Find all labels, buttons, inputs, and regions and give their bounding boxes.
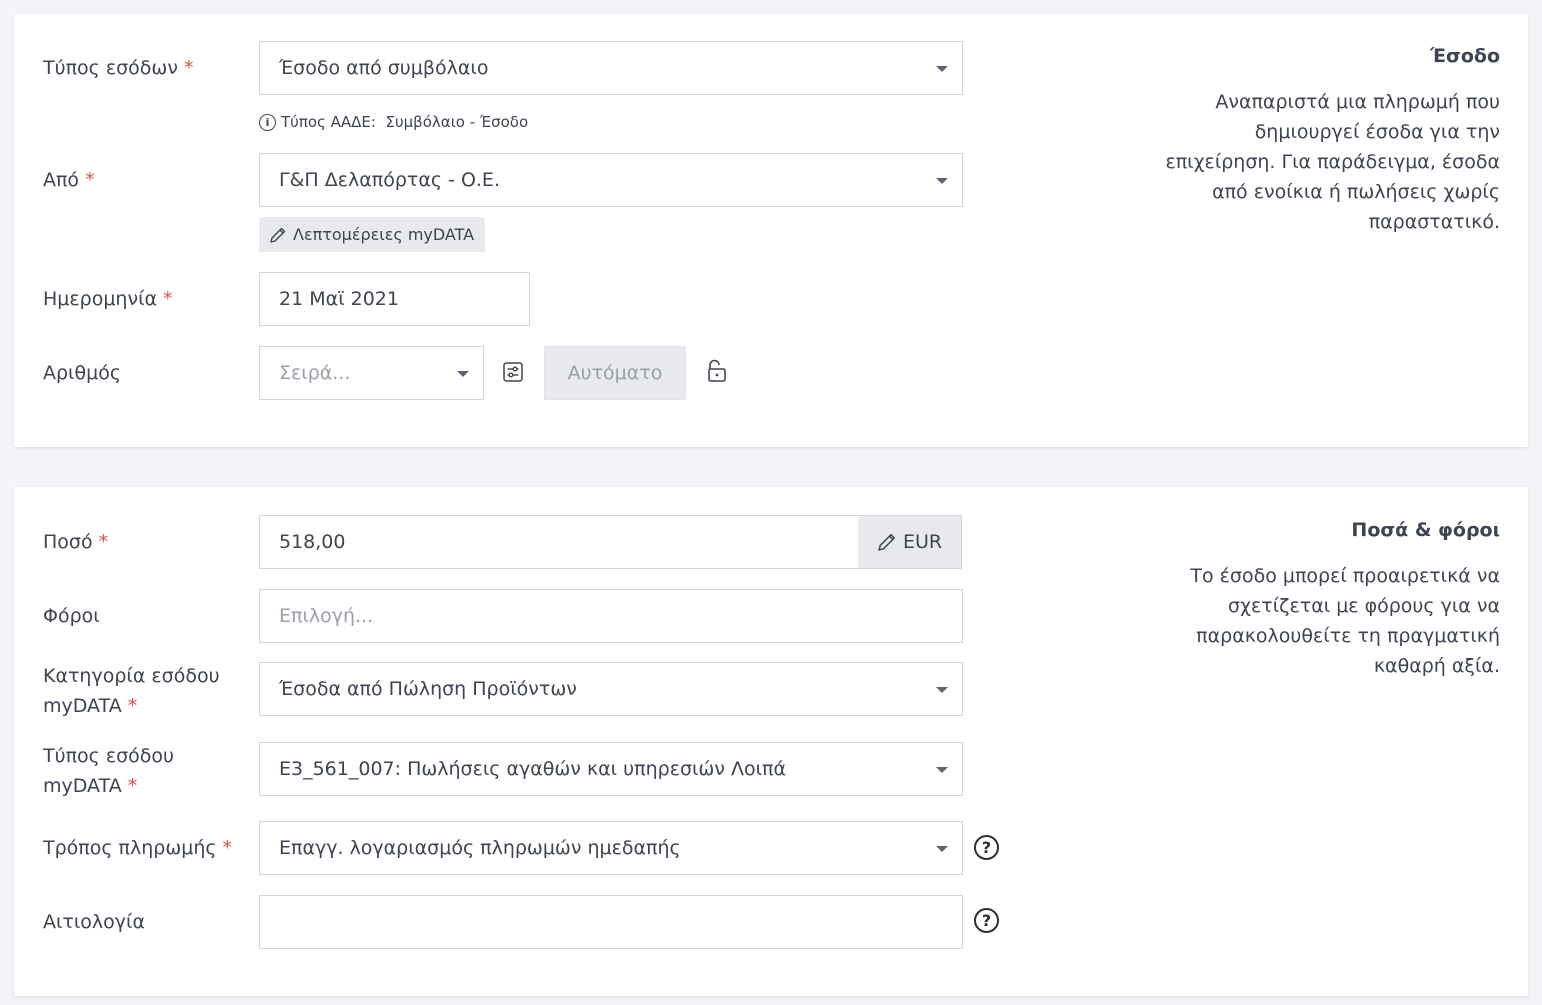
chevron-down-icon (457, 371, 469, 377)
taxes-select[interactable]: Επιλογή... (259, 589, 963, 643)
amount-value: 518,00 (279, 531, 346, 553)
description-line: δημιουργεί έσοδα για την (1254, 121, 1500, 143)
mydata-type-value: Ε3_561_007: Πωλήσεις αγαθών και υπηρεσιώ… (279, 758, 787, 780)
income-type-select[interactable]: Έσοδο από συμβόλαιο (259, 41, 963, 95)
date-label: Ημερομηνία * (43, 284, 173, 314)
description-line: Αναπαριστά μια πληρωμή που (1215, 91, 1500, 113)
chevron-down-icon (936, 687, 948, 693)
chevron-down-icon (936, 846, 948, 852)
aade-hint-value: Συμβόλαιο - Έσοδο (385, 113, 529, 131)
description-line: Το έσοδο μπορεί προαιρετικά να (1190, 565, 1500, 587)
sliders-icon[interactable] (502, 360, 524, 384)
income-type-value: Έσοδο από συμβόλαιο (279, 57, 489, 79)
description-line: από ενοίκια ή πωλήσεις χωρίς (1212, 181, 1500, 203)
amount-label-text: Ποσό (43, 531, 93, 553)
from-label: Από * (43, 165, 95, 195)
required-mark: * (98, 531, 109, 553)
date-value: 21 Μαϊ 2021 (279, 288, 399, 310)
aade-type-hint: i Τύπος ΑΑΔΕ: Συμβόλαιο - Έσοδο (259, 110, 528, 134)
pencil-icon (878, 533, 895, 551)
description-line: επιχείρηση. Για παράδειγμα, έσοδα (1165, 151, 1500, 173)
amount-input[interactable]: 518,00 (259, 515, 859, 569)
category-label-line1: Κατηγορία εσόδου (43, 665, 220, 687)
currency-button[interactable]: EUR (858, 515, 962, 569)
payment-method-select[interactable]: Επαγγ. λογαριασμός πληρωμών ημεδαπής (259, 821, 963, 875)
currency-label: EUR (902, 531, 943, 553)
taxes-label-text: Φόροι (43, 605, 100, 627)
mydata-details-label: Λεπτομέρειες myDATA (293, 225, 475, 244)
taxes-placeholder: Επιλογή... (279, 605, 374, 627)
required-mark: * (127, 695, 138, 717)
aade-hint-prefix: Τύπος ΑΑΔΕ: (281, 113, 376, 131)
payment-method-label-text: Τρόπος πληρωμής (43, 837, 217, 859)
info-icon: i (259, 113, 276, 131)
chevron-down-icon (936, 178, 948, 184)
description-line: παραστατικό. (1368, 211, 1500, 233)
category-label-line2: myDATA (43, 695, 122, 717)
mydata-type-select[interactable]: Ε3_561_007: Πωλήσεις αγαθών και υπηρεσιώ… (259, 742, 963, 796)
series-select[interactable]: Σειρά... (259, 346, 484, 400)
series-placeholder: Σειρά... (279, 362, 351, 384)
reason-label: Αιτιολογία (43, 907, 145, 937)
mydata-type-label-line1: Τύπος εσόδου (43, 745, 175, 767)
mydata-type-label-line2: myDATA (43, 775, 122, 797)
income-type-label: Τύπος εσόδων * (43, 53, 193, 83)
mydata-details-button[interactable]: Λεπτομέρειες myDATA (259, 217, 486, 252)
number-label-text: Αριθμός (43, 362, 121, 384)
date-label-text: Ημερομηνία (43, 288, 158, 310)
required-mark: * (183, 57, 194, 79)
number-label: Αριθμός (43, 358, 121, 388)
auto-number-placeholder: Αυτόματο (567, 362, 663, 384)
amount-label: Ποσό * (43, 527, 108, 557)
reason-label-text: Αιτιολογία (43, 911, 145, 933)
category-select[interactable]: Έσοδα από Πώληση Προϊόντων (259, 662, 963, 716)
required-mark: * (163, 288, 173, 310)
required-mark: * (222, 837, 233, 859)
help-icon[interactable]: ? (974, 908, 999, 933)
mydata-type-label: Τύπος εσόδου myDATA * (43, 741, 174, 801)
from-label-text: Από (43, 169, 80, 191)
chevron-down-icon (936, 66, 948, 72)
amounts-card: Ποσό * 518,00 EUR Φόροι Επιλογή... Κατηγο… (14, 487, 1528, 996)
payment-method-label: Τρόπος πληρωμής * (43, 833, 232, 863)
auto-number-field: Αυτόματο (544, 346, 686, 400)
category-value: Έσοδα από Πώληση Προϊόντων (279, 678, 577, 700)
category-label: Κατηγορία εσόδου myDATA * (43, 661, 220, 721)
payment-method-value: Επαγγ. λογαριασμός πληρωμών ημεδαπής (279, 837, 681, 859)
date-input[interactable]: 21 Μαϊ 2021 (259, 272, 530, 326)
income-card: Τύπος εσόδων * Έσοδο από συμβόλαιο i Τύπο… (14, 14, 1528, 447)
income-type-label-text: Τύπος εσόδων (43, 57, 178, 79)
help-icon[interactable]: ? (974, 835, 999, 860)
from-value: Γ&Π Δελαπόρτας - Ο.Ε. (279, 169, 500, 191)
required-mark: * (127, 775, 138, 797)
taxes-label: Φόροι (43, 601, 100, 631)
from-select[interactable]: Γ&Π Δελαπόρτας - Ο.Ε. (259, 153, 963, 207)
amounts-section-title: Ποσά & φόροι (1351, 519, 1500, 541)
pencil-icon (270, 227, 286, 243)
chevron-down-icon (936, 767, 948, 773)
unlock-icon[interactable] (704, 358, 728, 384)
income-section-title: Έσοδο (1429, 45, 1500, 67)
description-line: παρακολουθείτε τη πραγματική (1196, 625, 1500, 647)
required-mark: * (85, 169, 95, 191)
description-line: καθαρή αξία. (1373, 655, 1500, 677)
amounts-section-description: Το έσοδο μπορεί προαιρετικά να σχετίζετα… (1190, 561, 1500, 681)
description-line: σχετίζεται με φόρους για να (1228, 595, 1500, 617)
income-section-description: Αναπαριστά μια πληρωμή που δημιουργεί έσ… (1165, 87, 1500, 237)
reason-input[interactable] (259, 895, 963, 949)
